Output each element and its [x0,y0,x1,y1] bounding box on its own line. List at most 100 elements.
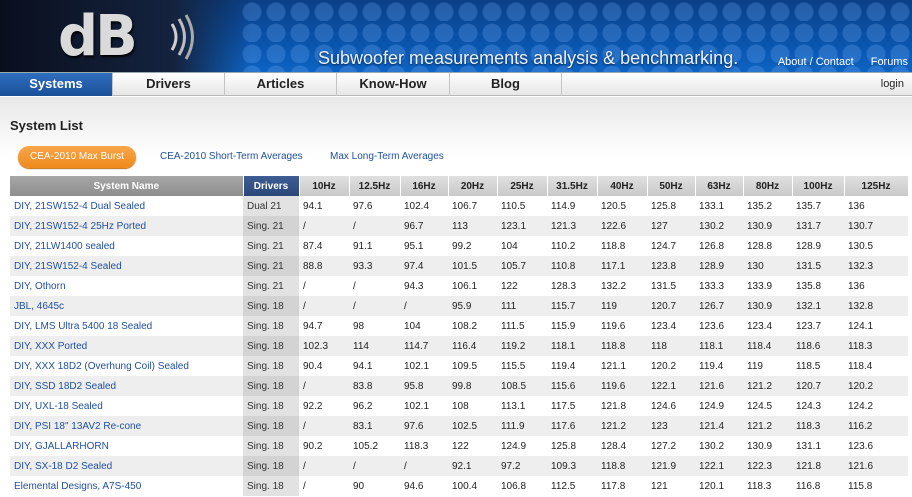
spl-value-cell: 90.2 [299,436,349,456]
nav-know-how[interactable]: Know-How [337,73,450,96]
top-links: About / Contact Forums [764,56,908,68]
spl-value-cell: 121.1 [597,356,647,376]
spl-value-cell: 118.4 [844,356,908,376]
spl-value-cell: 104 [400,316,448,336]
spl-value-cell: 96.7 [400,216,448,236]
table-row: DIY, GJALLARHORN Sing. 18 90.2 105.2 118.3 12… [10,436,908,456]
system-name-link[interactable]: DIY, Othorn [10,276,243,296]
spl-value-cell: 123 [647,416,695,436]
spl-value-cell: 121 [647,476,695,496]
spl-value-cell: 120.7 [792,376,844,396]
system-name-link[interactable]: DIY, XXX Ported [10,336,243,356]
system-name-link[interactable]: DIY, 21SW152-4 Sealed [10,256,243,276]
spl-value-cell: 117.5 [547,396,597,416]
drivers-cell: Sing. 18 [243,296,299,316]
column-header-frequency[interactable]: 50Hz [647,176,696,196]
column-header-frequency[interactable]: 12.5Hz [349,176,401,196]
spl-value-cell: 94.7 [299,316,349,336]
spl-value-cell: / [299,296,349,316]
system-name-link[interactable]: DIY, SX-18 D2 Sealed [10,456,243,476]
system-name-link[interactable]: DIY, 21LW1400 sealed [10,236,243,256]
spl-value-cell: 132.3 [844,256,908,276]
nav-articles[interactable]: Articles [225,73,337,96]
spl-value-cell: 111.9 [497,416,547,436]
drivers-cell: Sing. 18 [243,456,299,476]
spl-value-cell: 121.8 [792,456,844,476]
column-header-frequency[interactable]: 16Hz [400,176,449,196]
main-nav: Systems Drivers Articles Know-How Blog l… [0,72,912,96]
spl-value-cell: 98 [349,316,400,336]
column-header-frequency[interactable]: 31.5Hz [547,176,598,196]
spl-value-cell: 97.6 [400,416,448,436]
column-header-frequency[interactable]: 125Hz [844,176,909,196]
spl-value-cell: 96.2 [349,396,400,416]
tab-cea-max-burst[interactable]: CEA-2010 Max Burst [18,146,136,168]
site-logo[interactable]: dB [58,4,138,69]
nav-drivers[interactable]: Drivers [113,73,225,96]
spl-value-cell: 106.1 [448,276,497,296]
table-row: DIY, PSI 18" 13AV2 Re-cone Sing. 18/83.1 9… [10,416,908,436]
spl-value-cell: 116.4 [448,336,497,356]
spl-value-cell: 87.4 [299,236,349,256]
spl-value-cell: 90 [349,476,400,496]
system-name-link[interactable]: DIY, UXL-18 Sealed [10,396,243,416]
column-header-frequency[interactable]: 20Hz [448,176,498,196]
login-link[interactable]: login [881,73,904,95]
spl-value-cell: 124.9 [497,436,547,456]
spl-value-cell: 123.4 [647,316,695,336]
system-name-link[interactable]: Elemental Designs, A7S-450 [10,476,243,496]
spl-value-cell: 124.7 [647,236,695,256]
spl-value-cell: 132.2 [597,276,647,296]
system-name-link[interactable]: DIY, GJALLARHORN [10,436,243,456]
spl-value-cell: 120.2 [647,356,695,376]
column-header-frequency[interactable]: 25Hz [497,176,548,196]
about-contact-link[interactable]: About / Contact [778,56,854,68]
spl-value-cell: 108 [448,396,497,416]
spl-value-cell: 117.8 [597,476,647,496]
table-row: JBL, 4645c Sing. 18///95.9 111 115.7 119 120.… [10,296,908,316]
spl-value-cell: 131.5 [647,276,695,296]
spl-value-cell: 122.3 [743,456,792,476]
column-header-frequency[interactable]: 40Hz [597,176,648,196]
spl-value-cell: 133.1 [695,196,743,216]
tab-cea-short-term[interactable]: CEA-2010 Short-Term Averages [160,146,303,168]
column-header-drivers[interactable]: Drivers [243,176,300,196]
spl-value-cell: 110.2 [547,236,597,256]
column-header-frequency[interactable]: 80Hz [743,176,793,196]
spl-value-cell: 117.1 [597,256,647,276]
drivers-cell: Sing. 18 [243,396,299,416]
forums-link[interactable]: Forums [871,56,908,68]
system-name-link[interactable]: DIY, LMS Ultra 5400 18 Sealed [10,316,243,336]
column-header-frequency[interactable]: 100Hz [792,176,845,196]
column-header-system-name[interactable]: System Name [10,176,244,196]
system-name-link[interactable]: JBL, 4645c [10,296,243,316]
column-header-frequency[interactable]: 63Hz [695,176,744,196]
column-header-frequency[interactable]: 10Hz [299,176,350,196]
spl-value-cell: 111.5 [497,316,547,336]
spl-value-cell: 114.9 [547,196,597,216]
tab-max-long-term[interactable]: Max Long-Term Averages [330,146,444,168]
nav-systems[interactable]: Systems [0,73,113,96]
spl-value-cell: 124.6 [647,396,695,416]
spl-value-cell: 124.2 [844,396,908,416]
spl-value-cell: 127 [647,216,695,236]
spl-value-cell: 130 [743,256,792,276]
system-name-link[interactable]: DIY, XXX 18D2 (Overhung Coil) Sealed [10,356,243,376]
nav-blog[interactable]: Blog [450,73,562,96]
system-name-link[interactable]: DIY, PSI 18" 13AV2 Re-cone [10,416,243,436]
spl-value-cell: 118.3 [792,416,844,436]
spl-value-cell: 117.6 [547,416,597,436]
spl-value-cell: 131.7 [792,216,844,236]
spl-value-cell: 116.8 [792,476,844,496]
drivers-cell: Dual 21 [243,196,299,216]
spl-value-cell: 94.3 [400,276,448,296]
spl-value-cell: 108.5 [497,376,547,396]
table-row: DIY, 21SW152-4 Dual Sealed Dual 21 94.1 97.… [10,196,908,216]
system-name-link[interactable]: DIY, SSD 18D2 Sealed [10,376,243,396]
system-name-link[interactable]: DIY, 21SW152-4 25Hz Ported [10,216,243,236]
spl-value-cell: / [299,376,349,396]
system-name-link[interactable]: DIY, 21SW152-4 Dual Sealed [10,196,243,216]
spl-value-cell: 105.7 [497,256,547,276]
spl-value-cell: 120.1 [695,476,743,496]
spl-value-cell: 124.9 [695,396,743,416]
